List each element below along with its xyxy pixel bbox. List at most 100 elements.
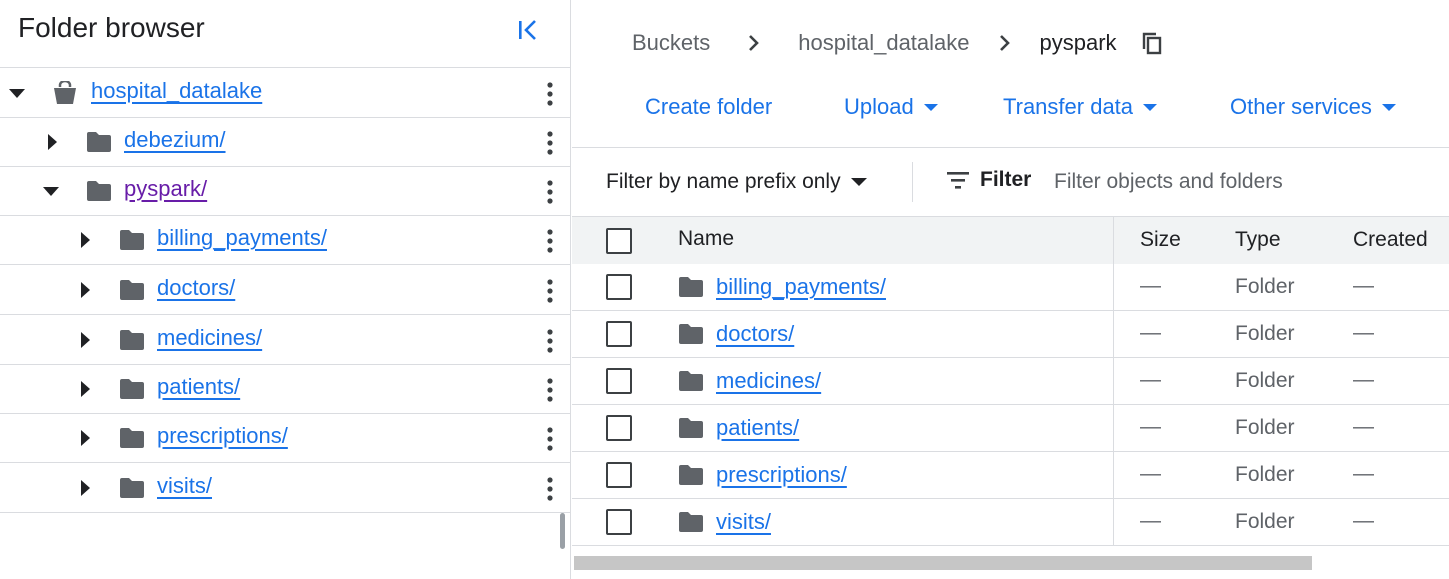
arrow-drop-down-icon (850, 177, 867, 187)
column-header-type[interactable]: Type (1235, 228, 1281, 252)
tree-row-medicines[interactable]: medicines/ (0, 316, 570, 365)
divider (1113, 452, 1114, 499)
tree-row-patients[interactable]: patients/ (0, 365, 570, 414)
caret-right-icon[interactable] (73, 328, 97, 352)
column-resize-handle[interactable] (1113, 217, 1114, 265)
table-row: medicines/ — Folder — (572, 358, 1449, 405)
more-vert-icon[interactable] (538, 81, 562, 107)
tree-label-pyspark[interactable]: pyspark/ (124, 176, 207, 202)
row-checkbox[interactable] (606, 368, 632, 394)
row-name-link[interactable]: prescriptions/ (716, 462, 847, 488)
caret-right-icon[interactable] (73, 476, 97, 500)
table-row: prescriptions/ — Folder — (572, 452, 1449, 499)
tree-label-doctors[interactable]: doctors/ (157, 275, 235, 301)
more-vert-icon[interactable] (538, 426, 562, 452)
column-header-created[interactable]: Created (1353, 228, 1428, 252)
folder-icon (119, 227, 145, 253)
row-checkbox[interactable] (606, 509, 632, 535)
collapse-left-icon[interactable] (512, 14, 544, 46)
folder-icon (86, 178, 112, 204)
more-vert-icon[interactable] (538, 328, 562, 354)
chevron-right-icon (710, 34, 798, 52)
transfer-data-button[interactable]: Transfer data (1003, 94, 1158, 120)
folder-icon (86, 129, 112, 155)
tree-row-bucket[interactable]: hospital_datalake (0, 69, 570, 118)
column-header-name[interactable]: Name (678, 227, 734, 251)
folder-icon (678, 274, 704, 300)
column-header-size[interactable]: Size (1140, 228, 1181, 252)
tree-label-visits[interactable]: visits/ (157, 473, 212, 499)
tree-row-doctors[interactable]: doctors/ (0, 266, 570, 315)
horizontal-scrollbar[interactable] (574, 556, 1312, 570)
row-name-link[interactable]: billing_payments/ (716, 274, 886, 300)
caret-right-icon[interactable] (73, 426, 97, 450)
row-size: — (1140, 415, 1161, 438)
row-name-link[interactable]: doctors/ (716, 321, 794, 347)
arrow-drop-down-icon (923, 102, 938, 112)
tree-row-visits[interactable]: visits/ (0, 464, 570, 513)
caret-right-icon[interactable] (73, 228, 97, 252)
tree-label-medicines[interactable]: medicines/ (157, 325, 262, 351)
more-vert-icon[interactable] (538, 228, 562, 254)
folder-icon (119, 475, 145, 501)
tree-row-debezium[interactable]: debezium/ (0, 118, 570, 167)
folder-browser-header: Folder browser (0, 0, 570, 68)
row-size: — (1140, 368, 1161, 391)
folder-browser-title: Folder browser (18, 12, 205, 43)
row-size: — (1140, 274, 1161, 297)
folder-icon (678, 368, 704, 394)
more-vert-icon[interactable] (538, 179, 562, 205)
filter-button[interactable]: Filter (946, 168, 1031, 192)
row-created: — (1353, 321, 1374, 344)
row-name-link[interactable]: medicines/ (716, 368, 821, 394)
upload-button[interactable]: Upload (844, 94, 938, 120)
folder-icon (678, 415, 704, 441)
row-checkbox[interactable] (606, 462, 632, 488)
bucket-icon (52, 80, 78, 106)
more-vert-icon[interactable] (538, 278, 562, 304)
tree-label-debezium[interactable]: debezium/ (124, 127, 226, 153)
copy-icon[interactable] (1141, 31, 1163, 55)
caret-right-icon[interactable] (40, 130, 64, 154)
row-checkbox[interactable] (606, 274, 632, 300)
create-folder-button[interactable]: Create folder (645, 94, 772, 120)
row-type: Folder (1235, 369, 1295, 392)
tree-label-bucket[interactable]: hospital_datalake (91, 78, 262, 104)
filter-button-label: Filter (980, 168, 1032, 191)
more-vert-icon[interactable] (538, 377, 562, 403)
tree-label-prescriptions[interactable]: prescriptions/ (157, 423, 288, 449)
row-type: Folder (1235, 510, 1295, 533)
arrow-drop-down-icon (1381, 102, 1396, 112)
tree-row-billing-payments[interactable]: billing_payments/ (0, 216, 570, 265)
caret-right-icon[interactable] (73, 377, 97, 401)
tree-label-billing-payments[interactable]: billing_payments/ (157, 225, 327, 251)
row-type: Folder (1235, 463, 1295, 486)
filter-input[interactable] (1054, 166, 1434, 198)
filter-mode-select[interactable]: Filter by name prefix only (606, 170, 867, 194)
row-name-link[interactable]: visits/ (716, 509, 771, 535)
caret-right-icon[interactable] (73, 278, 97, 302)
breadcrumb-buckets[interactable]: Buckets (632, 30, 710, 56)
breadcrumb-bucket[interactable]: hospital_datalake (798, 30, 969, 56)
row-name-link[interactable]: patients/ (716, 415, 799, 441)
other-services-button[interactable]: Other services (1230, 94, 1396, 120)
caret-down-icon[interactable] (5, 81, 29, 105)
row-checkbox[interactable] (606, 321, 632, 347)
transfer-data-label: Transfer data (1003, 94, 1134, 119)
caret-down-icon[interactable] (39, 179, 63, 203)
tree-row-prescriptions[interactable]: prescriptions/ (0, 414, 570, 463)
table-row: patients/ — Folder — (572, 405, 1449, 452)
folder-icon (678, 462, 704, 488)
tree-label-patients[interactable]: patients/ (157, 374, 240, 400)
breadcrumb: Buckets hospital_datalake pyspark (632, 28, 1163, 58)
select-all-checkbox[interactable] (606, 228, 632, 254)
row-checkbox[interactable] (606, 415, 632, 441)
create-folder-label: Create folder (645, 94, 773, 119)
sidebar-scrollbar[interactable] (560, 513, 565, 549)
filter-bar: Filter by name prefix only Filter (572, 148, 1449, 216)
tree-row-pyspark[interactable]: pyspark/ (0, 167, 570, 216)
more-vert-icon[interactable] (538, 130, 562, 156)
other-services-label: Other services (1230, 94, 1372, 119)
more-vert-icon[interactable] (538, 476, 562, 502)
row-type: Folder (1235, 322, 1295, 345)
